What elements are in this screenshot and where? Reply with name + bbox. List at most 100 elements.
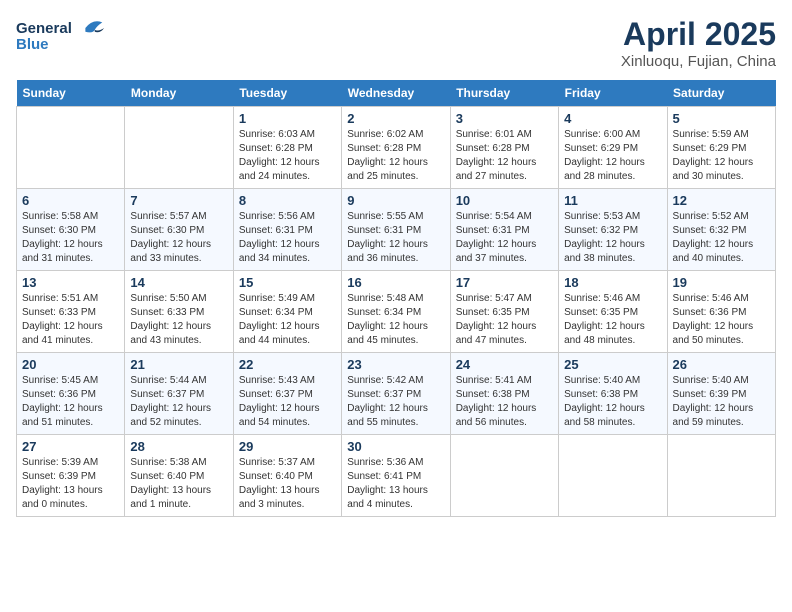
logo-general: General	[16, 20, 72, 37]
day-info: Sunrise: 5:58 AM Sunset: 6:30 PM Dayligh…	[22, 210, 119, 266]
calendar-cell: 29 Sunrise: 5:37 AM Sunset: 6:40 PM Dayli…	[233, 435, 341, 517]
day-number: 10	[456, 193, 553, 208]
day-info: Sunrise: 5:56 AM Sunset: 6:31 PM Dayligh…	[239, 210, 336, 266]
calendar-cell: 17 Sunrise: 5:47 AM Sunset: 6:35 PM Dayli…	[450, 271, 558, 353]
header: General Blue April 2025 Xinluoqu, Fujian…	[16, 16, 776, 70]
day-info: Sunrise: 5:50 AM Sunset: 6:33 PM Dayligh…	[130, 292, 227, 348]
day-number: 12	[673, 193, 770, 208]
calendar-cell	[17, 107, 125, 189]
week-row-4: 20Sunrise: 5:45 AM Sunset: 6:36 PM Dayli…	[17, 353, 776, 435]
day-number: 1	[239, 111, 336, 126]
calendar-cell: 2 Sunrise: 6:02 AM Sunset: 6:28 PM Daylig…	[342, 107, 450, 189]
day-number: 26	[673, 357, 770, 372]
day-info: Sunrise: 5:39 AM Sunset: 6:39 PM Dayligh…	[22, 456, 119, 512]
title-area: April 2025 Xinluoqu, Fujian, China	[621, 16, 776, 70]
day-info: Sunrise: 5:41 AM Sunset: 6:38 PM Dayligh…	[456, 374, 553, 430]
day-info: Sunrise: 6:00 AM Sunset: 6:29 PM Dayligh…	[564, 128, 661, 184]
day-info: Sunrise: 5:43 AM Sunset: 6:37 PM Dayligh…	[239, 374, 336, 430]
day-info: Sunrise: 5:51 AM Sunset: 6:33 PM Dayligh…	[22, 292, 119, 348]
day-number: 16	[347, 275, 444, 290]
weekday-header-saturday: Saturday	[667, 80, 775, 107]
day-info: Sunrise: 5:37 AM Sunset: 6:40 PM Dayligh…	[239, 456, 336, 512]
calendar-cell: 23Sunrise: 5:42 AM Sunset: 6:37 PM Dayli…	[342, 353, 450, 435]
day-number: 25	[564, 357, 661, 372]
day-info: Sunrise: 5:36 AM Sunset: 6:41 PM Dayligh…	[347, 456, 444, 512]
day-number: 29	[239, 439, 336, 454]
calendar-cell: 13 Sunrise: 5:51 AM Sunset: 6:33 PM Dayli…	[17, 271, 125, 353]
day-number: 24	[456, 357, 553, 372]
day-info: Sunrise: 5:40 AM Sunset: 6:38 PM Dayligh…	[564, 374, 661, 430]
calendar-cell: 1 Sunrise: 6:03 AM Sunset: 6:28 PM Daylig…	[233, 107, 341, 189]
day-number: 6	[22, 193, 119, 208]
logo: General Blue	[16, 16, 106, 53]
calendar-cell: 8Sunrise: 5:56 AM Sunset: 6:31 PM Daylig…	[233, 189, 341, 271]
week-row-3: 13 Sunrise: 5:51 AM Sunset: 6:33 PM Dayli…	[17, 271, 776, 353]
calendar-cell: 28 Sunrise: 5:38 AM Sunset: 6:40 PM Dayli…	[125, 435, 233, 517]
day-number: 21	[130, 357, 227, 372]
day-number: 18	[564, 275, 661, 290]
day-info: Sunrise: 5:53 AM Sunset: 6:32 PM Dayligh…	[564, 210, 661, 266]
calendar-cell: 21 Sunrise: 5:44 AM Sunset: 6:37 PM Dayli…	[125, 353, 233, 435]
calendar-cell: 18 Sunrise: 5:46 AM Sunset: 6:35 PM Dayli…	[559, 271, 667, 353]
day-number: 22	[239, 357, 336, 372]
day-info: Sunrise: 5:38 AM Sunset: 6:40 PM Dayligh…	[130, 456, 227, 512]
day-number: 15	[239, 275, 336, 290]
day-number: 11	[564, 193, 661, 208]
calendar-cell: 6 Sunrise: 5:58 AM Sunset: 6:30 PM Daylig…	[17, 189, 125, 271]
calendar-cell	[559, 435, 667, 517]
calendar-cell: 11 Sunrise: 5:53 AM Sunset: 6:32 PM Dayli…	[559, 189, 667, 271]
calendar: SundayMondayTuesdayWednesdayThursdayFrid…	[16, 80, 776, 517]
weekday-header-monday: Monday	[125, 80, 233, 107]
day-info: Sunrise: 5:45 AM Sunset: 6:36 PM Dayligh…	[22, 374, 119, 430]
weekday-header-thursday: Thursday	[450, 80, 558, 107]
day-info: Sunrise: 5:52 AM Sunset: 6:32 PM Dayligh…	[673, 210, 770, 266]
calendar-cell: 15 Sunrise: 5:49 AM Sunset: 6:34 PM Dayli…	[233, 271, 341, 353]
day-info: Sunrise: 5:46 AM Sunset: 6:35 PM Dayligh…	[564, 292, 661, 348]
day-number: 14	[130, 275, 227, 290]
day-info: Sunrise: 5:42 AM Sunset: 6:37 PM Dayligh…	[347, 374, 444, 430]
week-row-2: 6 Sunrise: 5:58 AM Sunset: 6:30 PM Daylig…	[17, 189, 776, 271]
calendar-cell	[125, 107, 233, 189]
logo-bird-icon	[76, 16, 106, 40]
day-number: 17	[456, 275, 553, 290]
day-info: Sunrise: 5:48 AM Sunset: 6:34 PM Dayligh…	[347, 292, 444, 348]
weekday-header-sunday: Sunday	[17, 80, 125, 107]
day-info: Sunrise: 5:59 AM Sunset: 6:29 PM Dayligh…	[673, 128, 770, 184]
calendar-cell: 5Sunrise: 5:59 AM Sunset: 6:29 PM Daylig…	[667, 107, 775, 189]
day-info: Sunrise: 5:40 AM Sunset: 6:39 PM Dayligh…	[673, 374, 770, 430]
day-info: Sunrise: 5:47 AM Sunset: 6:35 PM Dayligh…	[456, 292, 553, 348]
day-number: 13	[22, 275, 119, 290]
calendar-cell: 26 Sunrise: 5:40 AM Sunset: 6:39 PM Dayli…	[667, 353, 775, 435]
day-number: 28	[130, 439, 227, 454]
day-info: Sunrise: 5:54 AM Sunset: 6:31 PM Dayligh…	[456, 210, 553, 266]
day-info: Sunrise: 5:49 AM Sunset: 6:34 PM Dayligh…	[239, 292, 336, 348]
day-info: Sunrise: 6:03 AM Sunset: 6:28 PM Dayligh…	[239, 128, 336, 184]
day-info: Sunrise: 5:44 AM Sunset: 6:37 PM Dayligh…	[130, 374, 227, 430]
calendar-cell	[667, 435, 775, 517]
calendar-cell: 9Sunrise: 5:55 AM Sunset: 6:31 PM Daylig…	[342, 189, 450, 271]
month-title: April 2025	[621, 16, 776, 53]
calendar-cell: 22 Sunrise: 5:43 AM Sunset: 6:37 PM Dayli…	[233, 353, 341, 435]
weekday-header-tuesday: Tuesday	[233, 80, 341, 107]
weekday-header-wednesday: Wednesday	[342, 80, 450, 107]
calendar-cell: 14 Sunrise: 5:50 AM Sunset: 6:33 PM Dayli…	[125, 271, 233, 353]
weekday-header-row: SundayMondayTuesdayWednesdayThursdayFrid…	[17, 80, 776, 107]
weekday-header-friday: Friday	[559, 80, 667, 107]
day-number: 4	[564, 111, 661, 126]
calendar-cell: 20Sunrise: 5:45 AM Sunset: 6:36 PM Dayli…	[17, 353, 125, 435]
calendar-cell: 12 Sunrise: 5:52 AM Sunset: 6:32 PM Dayli…	[667, 189, 775, 271]
calendar-cell: 4 Sunrise: 6:00 AM Sunset: 6:29 PM Daylig…	[559, 107, 667, 189]
calendar-cell	[450, 435, 558, 517]
day-number: 19	[673, 275, 770, 290]
day-number: 3	[456, 111, 553, 126]
calendar-cell: 16 Sunrise: 5:48 AM Sunset: 6:34 PM Dayli…	[342, 271, 450, 353]
day-info: Sunrise: 6:02 AM Sunset: 6:28 PM Dayligh…	[347, 128, 444, 184]
calendar-cell: 7Sunrise: 5:57 AM Sunset: 6:30 PM Daylig…	[125, 189, 233, 271]
calendar-cell: 24 Sunrise: 5:41 AM Sunset: 6:38 PM Dayli…	[450, 353, 558, 435]
day-number: 2	[347, 111, 444, 126]
day-number: 30	[347, 439, 444, 454]
day-info: Sunrise: 5:57 AM Sunset: 6:30 PM Dayligh…	[130, 210, 227, 266]
calendar-cell: 3Sunrise: 6:01 AM Sunset: 6:28 PM Daylig…	[450, 107, 558, 189]
calendar-cell: 27Sunrise: 5:39 AM Sunset: 6:39 PM Dayli…	[17, 435, 125, 517]
week-row-1: 1 Sunrise: 6:03 AM Sunset: 6:28 PM Daylig…	[17, 107, 776, 189]
